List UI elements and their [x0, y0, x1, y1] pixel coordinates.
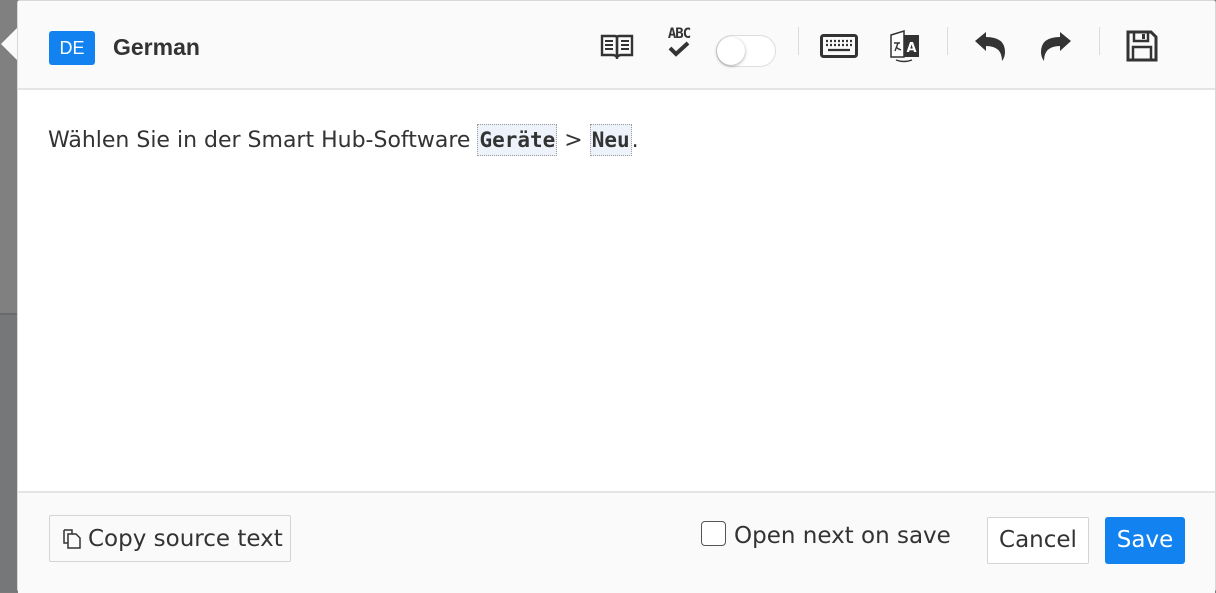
open-next-label: Open next on save: [734, 523, 951, 549]
copy-source-label: Copy source text: [88, 525, 283, 552]
editor-footer: Copy source text Open next on save Cance…: [18, 491, 1215, 593]
text-segment-end: .: [631, 128, 639, 153]
placeholder-tag[interactable]: Neu: [589, 124, 632, 156]
cancel-button[interactable]: Cancel: [987, 517, 1089, 564]
dialog-pointer: [1, 28, 17, 60]
special-characters-button[interactable]: [820, 27, 858, 65]
language-badge: DE: [49, 31, 95, 65]
save-toolbar-button[interactable]: [1123, 27, 1161, 65]
save-icon: [1126, 30, 1158, 62]
spellcheck-toggle[interactable]: [716, 35, 776, 67]
spellcheck-text: ABC: [667, 26, 691, 42]
translate-icon: A: [890, 29, 919, 63]
save-button[interactable]: Save: [1105, 517, 1185, 564]
translation-text-editor[interactable]: Wählen Sie in der Smart Hub-Software Ger…: [18, 92, 1215, 491]
backdrop-divider: [0, 313, 17, 315]
machine-translation-button[interactable]: A: [886, 27, 924, 65]
placeholder-tag[interactable]: Geräte: [477, 124, 558, 156]
redo-icon: [1041, 32, 1071, 61]
undo-icon: [975, 32, 1005, 61]
keyboard-icon: [820, 34, 858, 58]
checkmark-icon: [668, 41, 690, 57]
copy-source-text-button[interactable]: Copy source text: [49, 515, 291, 562]
language-name: German: [113, 34, 200, 60]
open-next-on-save-option[interactable]: Open next on save: [701, 520, 951, 549]
spellcheck-button[interactable]: ABC: [660, 23, 698, 61]
toolbar-divider: [1099, 27, 1100, 55]
translation-editor-dialog: DE German ABC A Wählen Sie in der Smart …: [17, 0, 1216, 593]
open-next-checkbox[interactable]: [701, 520, 726, 546]
copy-icon: [63, 528, 81, 549]
redo-button[interactable]: [1036, 27, 1074, 65]
undo-button[interactable]: [972, 27, 1010, 65]
text-segment: Wählen Sie in der Smart Hub-Software: [48, 128, 478, 153]
toolbar-divider: [798, 27, 799, 55]
editor-header: DE German ABC A: [18, 1, 1215, 90]
toolbar-divider: [947, 27, 948, 55]
svg-text:A: A: [906, 41, 916, 56]
text-separator: >: [557, 128, 590, 153]
toggle-knob: [717, 37, 745, 65]
book-icon: [600, 34, 634, 59]
glossary-button[interactable]: [598, 27, 636, 65]
